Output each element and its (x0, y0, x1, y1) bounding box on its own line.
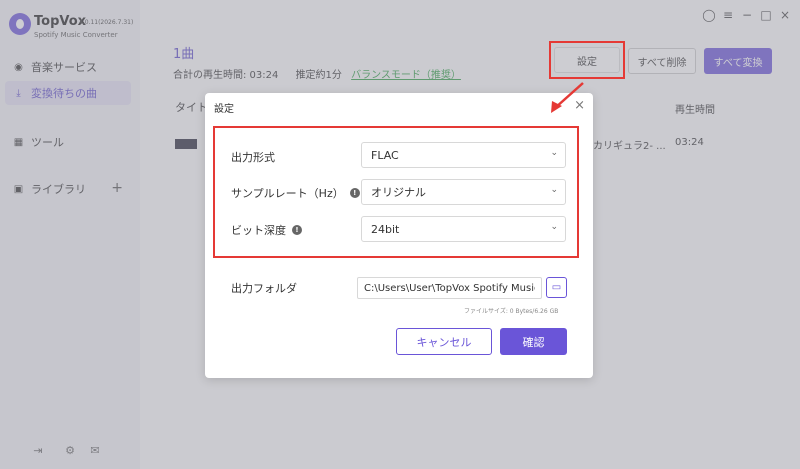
arrow-line (554, 82, 584, 109)
annotation-arrow (551, 82, 584, 113)
